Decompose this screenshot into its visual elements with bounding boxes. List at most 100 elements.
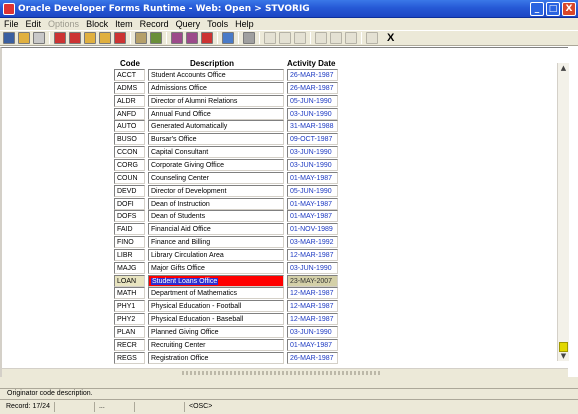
menu-item-file[interactable]: File — [4, 19, 19, 29]
menu-item-item[interactable]: Item — [115, 19, 133, 29]
table-row[interactable]: LOAN Student Loans Office 23-MAY-2007 — [114, 275, 340, 287]
activity-date-field[interactable]: 01-MAY-1987 — [287, 210, 338, 222]
table-row[interactable]: PHY2 Physical Education - Baseball 12-MAR-… — [114, 313, 340, 325]
exit-icon[interactable]: X — [387, 32, 394, 44]
code-field[interactable]: MATH — [114, 287, 145, 299]
code-field[interactable]: CCON — [114, 146, 145, 158]
activity-date-field[interactable]: 01-NOV-1989 — [287, 223, 338, 235]
menu-item-edit[interactable]: Edit — [26, 19, 42, 29]
next-block-icon[interactable] — [114, 32, 126, 44]
code-field[interactable]: ALDR — [114, 95, 145, 107]
description-field[interactable]: Capital Consultant — [148, 146, 284, 158]
help-icon[interactable] — [366, 32, 378, 44]
table-row[interactable]: FINO Finance and Billing 03-MAR-1992 — [114, 236, 340, 248]
table-row[interactable]: DOFS Dean of Students 01-MAY-1987 — [114, 210, 340, 222]
cut-icon[interactable] — [264, 32, 276, 44]
minimize-button[interactable]: _ — [530, 2, 544, 16]
description-field[interactable]: Library Circulation Area — [148, 249, 284, 261]
menu-item-options[interactable]: Options — [48, 19, 79, 29]
activity-date-field[interactable]: 26-MAR-1987 — [287, 82, 338, 94]
vertical-scrollbar[interactable]: ▲ ▼ — [557, 63, 569, 361]
table-row[interactable]: RECR Recruiting Center 01-MAY-1987 — [114, 339, 340, 351]
horizontal-scrollbar[interactable] — [2, 368, 568, 377]
description-field[interactable]: Annual Fund Office — [148, 108, 284, 120]
table-row[interactable]: ALDR Director of Alumni Relations 05-JUN-1… — [114, 95, 340, 107]
table-row[interactable]: COUN Counseling Center 01-MAY-1987 — [114, 172, 340, 184]
menu-item-help[interactable]: Help — [235, 19, 254, 29]
save-icon[interactable] — [3, 32, 15, 44]
description-field[interactable]: Physical Education - Baseball — [148, 313, 284, 325]
activity-date-field[interactable]: 01-MAY-1987 — [287, 172, 338, 184]
code-field[interactable]: FAID — [114, 223, 145, 235]
maximize-button[interactable]: □ — [546, 2, 560, 16]
activity-date-field[interactable]: 01-MAY-1987 — [287, 198, 338, 210]
description-field[interactable]: Generated Automatically — [148, 120, 284, 132]
description-field[interactable]: Department of Mathematics — [148, 287, 284, 299]
table-row[interactable]: FAID Financial Aid Office 01-NOV-1989 — [114, 223, 340, 235]
activity-date-field[interactable]: 03-JUN-1990 — [287, 108, 338, 120]
description-field[interactable]: Director of Development — [148, 185, 284, 197]
table-row[interactable]: CCON Capital Consultant 03-JUN-1990 — [114, 146, 340, 158]
description-field[interactable]: Bursar's Office — [148, 133, 284, 145]
edit-icon[interactable] — [330, 32, 342, 44]
remove-record-icon[interactable] — [186, 32, 198, 44]
code-field[interactable]: DOFS — [114, 210, 145, 222]
activity-date-field[interactable]: 01-MAY-1987 — [287, 339, 338, 351]
activity-date-field[interactable]: 12-MAR-1987 — [287, 313, 338, 325]
table-row[interactable]: PLAN Planned Giving Office 03-JUN-1990 — [114, 326, 340, 338]
enter-query-icon[interactable] — [135, 32, 147, 44]
table-row[interactable]: ANFD Annual Fund Office 03-JUN-1990 — [114, 108, 340, 120]
activity-date-field[interactable]: 26-MAR-1987 — [287, 69, 338, 81]
activity-date-field[interactable]: 03-JUN-1990 — [287, 159, 338, 171]
paste-icon[interactable] — [294, 32, 306, 44]
code-field[interactable]: AUTO — [114, 120, 145, 132]
menu-item-query[interactable]: Query — [176, 19, 201, 29]
description-field[interactable]: Dean of Instruction — [148, 198, 284, 210]
code-field[interactable]: LIBR — [114, 249, 145, 261]
copy-icon[interactable] — [279, 32, 291, 44]
description-field[interactable]: Physical Education - Football — [148, 300, 284, 312]
description-field[interactable]: Counseling Center — [148, 172, 284, 184]
description-field[interactable]: Financial Aid Office — [148, 223, 284, 235]
code-field[interactable]: FINO — [114, 236, 145, 248]
description-field[interactable]: Student Loans Office — [148, 275, 284, 287]
code-field[interactable]: LOAN — [114, 275, 145, 287]
code-field[interactable]: ADMS — [114, 82, 145, 94]
code-field[interactable]: RECR — [114, 339, 145, 351]
next-record-icon[interactable] — [99, 32, 111, 44]
description-field[interactable]: Dean of Students — [148, 210, 284, 222]
table-row[interactable]: ACCT Student Accounts Office 26-MAR-1987 — [114, 69, 340, 81]
code-field[interactable]: PLAN — [114, 326, 145, 338]
table-row[interactable]: BUSO Bursar's Office 09-OCT-1987 — [114, 133, 340, 145]
menu-item-tools[interactable]: Tools — [207, 19, 228, 29]
activity-date-field[interactable]: 31-MAR-1988 — [287, 120, 338, 132]
description-field[interactable]: Major Gifts Office — [148, 262, 284, 274]
execute-query-icon[interactable] — [150, 32, 162, 44]
code-field[interactable]: ANFD — [114, 108, 145, 120]
list-values-icon[interactable] — [315, 32, 327, 44]
description-field[interactable]: Admissions Office — [148, 82, 284, 94]
code-field[interactable]: MAJG — [114, 262, 145, 274]
code-field[interactable]: REGS — [114, 352, 145, 364]
code-field[interactable]: PHY2 — [114, 313, 145, 325]
menu-item-record[interactable]: Record — [140, 19, 169, 29]
window-title-bar[interactable]: Oracle Developer Forms Runtime - Web: Op… — [0, 0, 578, 18]
activity-date-field[interactable]: 05-JUN-1990 — [287, 185, 338, 197]
menu-item-block[interactable]: Block — [86, 19, 108, 29]
activity-date-field[interactable]: 03-JUN-1990 — [287, 262, 338, 274]
description-field[interactable]: Registration Office — [148, 352, 284, 364]
activity-date-field[interactable]: 12-MAR-1987 — [287, 287, 338, 299]
code-field[interactable]: ACCT — [114, 69, 145, 81]
code-field[interactable]: DEVD — [114, 185, 145, 197]
description-field[interactable]: Recruiting Center — [148, 339, 284, 351]
table-row[interactable]: PHY1 Physical Education - Football 12-MAR-… — [114, 300, 340, 312]
activity-date-field[interactable]: 12-MAR-1987 — [287, 300, 338, 312]
first-record-icon[interactable] — [54, 32, 66, 44]
code-field[interactable]: CORG — [114, 159, 145, 171]
display-error-icon[interactable] — [345, 32, 357, 44]
table-row[interactable]: CORG Corporate Giving Office 03-JUN-1990 — [114, 159, 340, 171]
table-row[interactable]: ADMS Admissions Office 26-MAR-1987 — [114, 82, 340, 94]
activity-date-field[interactable]: 23-MAY-2007 — [287, 275, 338, 287]
activity-date-field[interactable]: 26-MAR-1987 — [287, 352, 338, 364]
activity-date-field[interactable]: 03-MAR-1992 — [287, 236, 338, 248]
